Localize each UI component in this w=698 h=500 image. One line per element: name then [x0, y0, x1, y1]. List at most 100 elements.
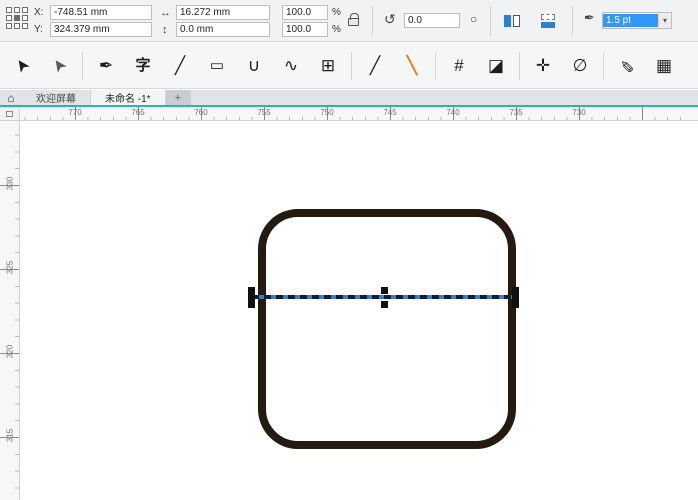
- rotation-angle-input[interactable]: [404, 13, 460, 28]
- origin-dot[interactable]: [14, 23, 20, 29]
- selection-handle[interactable]: [248, 294, 255, 301]
- freehand-pick-tool[interactable]: ➤: [45, 51, 73, 81]
- origin-dot[interactable]: [22, 7, 28, 13]
- document-tab-bar: ⌂ 欢迎屏幕 未命名 -1* +: [0, 90, 698, 105]
- outline-width-value[interactable]: 1.5 pt: [603, 14, 658, 27]
- text-tool[interactable]: 字: [129, 51, 157, 81]
- scale-horizontal-input[interactable]: [282, 5, 328, 20]
- vertical-ruler[interactable]: 330 325 320 315: [0, 121, 20, 500]
- ruler-origin-box[interactable]: [0, 107, 20, 121]
- table-tool[interactable]: ⊞: [314, 51, 342, 81]
- x-label: X:: [34, 6, 43, 20]
- pick-tool[interactable]: ➤: [8, 51, 36, 81]
- separator: [435, 52, 436, 80]
- eraser-tool-icon: ◪: [488, 57, 504, 74]
- chevron-down-icon[interactable]: ▾: [658, 13, 671, 28]
- scale-vertical-percent: %: [332, 23, 341, 37]
- object-width-icon: ↔: [160, 7, 171, 19]
- rectangle-tool[interactable]: ▭: [203, 51, 231, 81]
- y-position-input[interactable]: [50, 22, 152, 37]
- selection-handle[interactable]: [381, 301, 388, 308]
- freehand-pick-icon: ➤: [48, 55, 70, 76]
- object-height-icon: ↕: [162, 24, 168, 36]
- outline-width-dropdown[interactable]: 1.5 pt ▾: [602, 12, 672, 29]
- dimension-tool[interactable]: ╲: [398, 51, 426, 81]
- selection-handle[interactable]: [512, 294, 519, 301]
- selection-handle[interactable]: [512, 287, 519, 294]
- origin-dot[interactable]: [6, 15, 12, 21]
- dimension-tool-icon: ╲: [407, 57, 417, 74]
- separator: [351, 52, 352, 80]
- ruler-label: 325: [6, 258, 15, 278]
- object-width-input[interactable]: [176, 5, 270, 20]
- separator: [372, 6, 373, 36]
- drawing-canvas[interactable]: [20, 121, 698, 500]
- tab-untitled-document[interactable]: 未命名 -1*: [91, 90, 166, 105]
- graph-paper-tool[interactable]: ▦: [650, 51, 678, 81]
- rotation-icon: ↺: [384, 13, 396, 25]
- toolbox: ➤ ➤ ✐ ✒ 字 ╱ ▭ ∪ ∿ ⊞ ╱ ╲ # ◪ ✛ ∅ ✎ ▦: [0, 43, 698, 89]
- bezier-tool-icon: ╱: [175, 57, 185, 74]
- freehand-tool-icon: ∿: [284, 57, 298, 74]
- origin-dot[interactable]: [6, 23, 12, 29]
- new-tab-button[interactable]: +: [166, 90, 191, 105]
- outline-pen-icon: ✒: [584, 12, 595, 24]
- ruler-label: 740: [442, 108, 464, 117]
- tab-welcome-screen[interactable]: 欢迎屏幕: [22, 90, 91, 105]
- origin-dot[interactable]: [6, 7, 12, 13]
- horizontal-ruler[interactable]: 770 765 760 755 750 745 740 735 730: [20, 107, 698, 121]
- object-origin-selector[interactable]: [6, 7, 28, 29]
- object-height-input[interactable]: [176, 22, 270, 37]
- ruler-label: 745: [379, 108, 401, 117]
- ruler-label: 315: [6, 426, 15, 446]
- origin-dot[interactable]: [14, 7, 20, 13]
- bezier-tool[interactable]: ╱: [166, 51, 194, 81]
- ruler-label: 330: [6, 174, 15, 194]
- rotation-center-icon[interactable]: ○: [470, 13, 477, 25]
- origin-dot[interactable]: [22, 23, 28, 29]
- graph-paper-tool-icon: ▦: [656, 57, 672, 74]
- smear-tool-icon: ∅: [573, 57, 588, 74]
- crop-tool[interactable]: #: [445, 51, 473, 81]
- pen-tool[interactable]: ✒: [92, 51, 120, 81]
- pick-tool-icon: ➤: [11, 55, 33, 76]
- ruler-label: 730: [568, 108, 590, 117]
- mirror-horizontal-icon: [513, 15, 520, 27]
- smear-tool[interactable]: ∅: [566, 51, 594, 81]
- eyedropper-tool[interactable]: ✎: [613, 51, 641, 81]
- mirror-vertical-icon: [541, 22, 555, 28]
- transform-tool-icon: ✛: [536, 57, 550, 74]
- ruler-label: 735: [505, 108, 527, 117]
- property-bar: X: Y: ↔ ↕ % % ↺ ○ ✒ 1.5 pt ▾: [0, 0, 698, 42]
- polyline-tool[interactable]: ╱: [361, 51, 389, 81]
- ruler-label: 755: [253, 108, 275, 117]
- mirror-vertical-button[interactable]: [538, 11, 558, 29]
- selection-handle[interactable]: [512, 301, 519, 308]
- ruler-label: 320: [6, 342, 15, 362]
- home-icon[interactable]: ⌂: [0, 90, 22, 105]
- eraser-tool[interactable]: ◪: [482, 51, 510, 81]
- separator: [490, 6, 491, 36]
- separator: [603, 52, 604, 80]
- transform-tool[interactable]: ✛: [529, 51, 557, 81]
- ruler-label: 770: [64, 108, 86, 117]
- text-tool-icon: 字: [135, 58, 150, 73]
- scale-vertical-input[interactable]: [282, 22, 328, 37]
- lock-ratio-button[interactable]: [348, 18, 359, 26]
- origin-dot[interactable]: [14, 15, 20, 21]
- mirror-horizontal-icon: [504, 15, 511, 27]
- crop-tool-icon: #: [454, 57, 463, 74]
- arc-tool[interactable]: ∪: [240, 51, 268, 81]
- mirror-horizontal-button[interactable]: [502, 11, 522, 29]
- arc-tool-icon: ∪: [248, 57, 260, 74]
- ruler-label: 750: [316, 108, 338, 117]
- x-position-input[interactable]: [50, 5, 152, 20]
- selection-handle[interactable]: [381, 287, 388, 294]
- selected-line[interactable]: [252, 295, 518, 299]
- selection-handle[interactable]: [248, 287, 255, 294]
- rounded-rectangle-shape[interactable]: [258, 209, 516, 449]
- freehand-tool[interactable]: ∿: [277, 51, 305, 81]
- origin-dot[interactable]: [22, 15, 28, 21]
- mirror-vertical-icon: [541, 14, 555, 20]
- selection-handle[interactable]: [248, 301, 255, 308]
